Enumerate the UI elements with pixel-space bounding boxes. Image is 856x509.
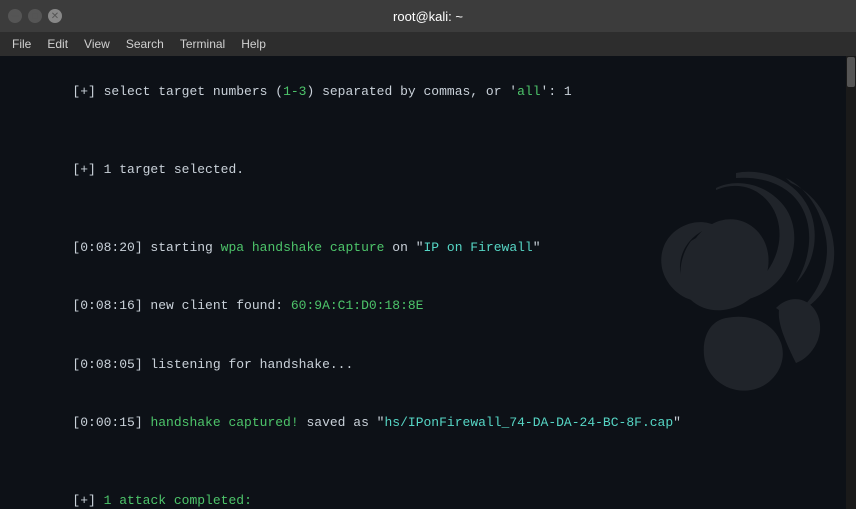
line-starting-wpa: [0:08:20] starting wpa handshake capture… (10, 218, 846, 277)
blank-line-1 (10, 121, 846, 141)
blank-line-3 (10, 452, 846, 472)
menu-help[interactable]: Help (233, 35, 274, 53)
menubar: File Edit View Search Terminal Help (0, 32, 856, 56)
menu-terminal[interactable]: Terminal (172, 35, 233, 53)
line-select-target: [+] select target numbers (1-3) separate… (10, 62, 846, 121)
menu-view[interactable]: View (76, 35, 118, 53)
terminal-content: [+] select target numbers (1-3) separate… (10, 62, 846, 509)
line-target-selected: [+] 1 target selected. (10, 140, 846, 199)
terminal-window: ─ □ ✕ root@kali: ~ File Edit View Search… (0, 0, 856, 509)
blank-line-2 (10, 199, 846, 219)
menu-edit[interactable]: Edit (39, 35, 76, 53)
window-title: root@kali: ~ (393, 9, 463, 24)
titlebar: ─ □ ✕ root@kali: ~ (0, 0, 856, 32)
window-controls: ─ □ ✕ (8, 9, 62, 23)
scrollbar[interactable] (846, 56, 856, 509)
line-handshake-captured: [0:00:15] handshake captured! saved as "… (10, 394, 846, 453)
line-listening: [0:08:05] listening for handshake... (10, 335, 846, 394)
scrollbar-thumb[interactable] (847, 57, 855, 87)
line-new-client: [0:08:16] new client found: 60:9A:C1:D0:… (10, 277, 846, 336)
minimize-button[interactable]: ─ (8, 9, 22, 23)
menu-search[interactable]: Search (118, 35, 172, 53)
terminal-body[interactable]: [+] select target numbers (1-3) separate… (0, 56, 856, 509)
close-button[interactable]: ✕ (48, 9, 62, 23)
line-attack-completed: [+] 1 attack completed: (10, 472, 846, 509)
maximize-button[interactable]: □ (28, 9, 42, 23)
menu-file[interactable]: File (4, 35, 39, 53)
